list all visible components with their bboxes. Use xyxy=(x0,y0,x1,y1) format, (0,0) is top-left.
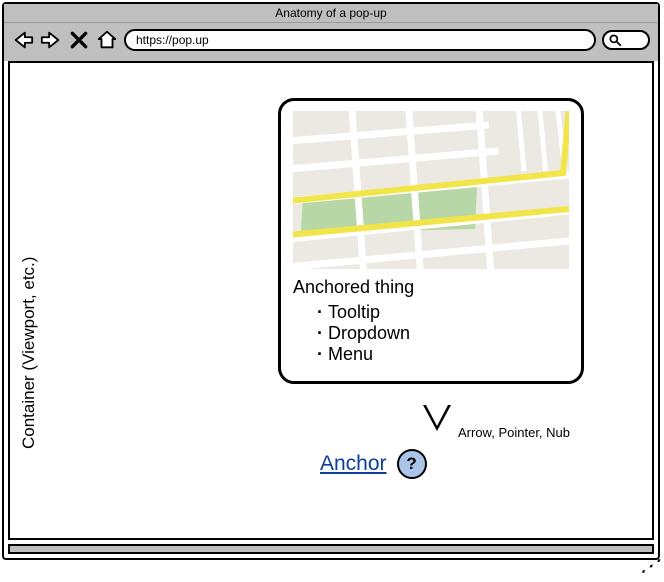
stop-icon[interactable] xyxy=(68,29,90,51)
toolbar xyxy=(4,23,658,61)
popup: Anchored thing Tooltip Dropdown Menu xyxy=(278,98,584,384)
map-image xyxy=(293,111,569,269)
help-icon[interactable]: ? xyxy=(397,449,427,479)
popup-body: Anchored thing Tooltip Dropdown Menu xyxy=(293,277,569,365)
list-item: Tooltip xyxy=(317,302,569,323)
forward-icon[interactable] xyxy=(40,29,62,51)
url-input[interactable] xyxy=(124,29,596,51)
status-bar xyxy=(8,544,654,554)
home-icon[interactable] xyxy=(96,29,118,51)
search-pill[interactable] xyxy=(602,30,650,50)
arrow-label: Arrow, Pointer, Nub xyxy=(458,425,570,440)
viewport: Container (Viewport, etc.) Anchored thin… xyxy=(8,61,654,540)
container-label: Container (Viewport, etc.) xyxy=(19,199,39,449)
window-title: Anatomy of a pop-up xyxy=(4,4,658,23)
resize-grip-icon[interactable]: ⋰ xyxy=(640,556,660,576)
popup-list: Tooltip Dropdown Menu xyxy=(293,302,569,365)
list-item: Menu xyxy=(317,344,569,365)
anchor-row: Anchor ? xyxy=(320,449,427,479)
popup-heading: Anchored thing xyxy=(293,277,569,298)
list-item: Dropdown xyxy=(317,323,569,344)
anchor-link[interactable]: Anchor xyxy=(320,452,387,476)
back-icon[interactable] xyxy=(12,29,34,51)
browser-window: Anatomy of a pop-up Container (Viewport,… xyxy=(2,2,660,560)
